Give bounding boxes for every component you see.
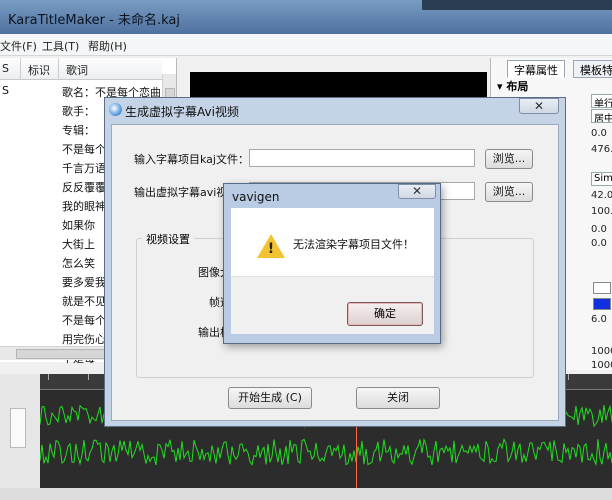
- column-divider[interactable]: [20, 58, 21, 80]
- column-header-status[interactable]: S: [2, 62, 9, 75]
- property-value[interactable]: 1000: [591, 360, 612, 371]
- input-kaj-field[interactable]: [249, 149, 475, 167]
- lyrics-list-header: S 标识 歌词: [0, 58, 162, 80]
- position-select[interactable]: 居中: [591, 109, 612, 123]
- property-value[interactable]: 0.0: [591, 224, 607, 235]
- scrollbar-thumb[interactable]: [16, 349, 106, 359]
- column-divider[interactable]: [58, 58, 59, 80]
- column-header-lyrics[interactable]: 歌词: [66, 62, 88, 78]
- status-bar: [0, 488, 612, 500]
- app-title: KaraTitleMaker - 未命名.kaj: [8, 13, 180, 28]
- property-value[interactable]: 6.0: [591, 314, 607, 325]
- section-layout: ▾ 布局: [497, 78, 528, 94]
- message-box-title: vavigen: [232, 190, 280, 204]
- property-value[interactable]: 476.0: [591, 144, 612, 155]
- tab-subtitle-properties[interactable]: 字幕属性: [507, 60, 565, 78]
- align-select[interactable]: 单行: [591, 94, 612, 108]
- menu-help[interactable]: 帮助(H): [88, 38, 127, 54]
- video-settings-label: 视频设置: [142, 231, 194, 247]
- dialog-close-button[interactable]: ✕: [519, 98, 559, 114]
- desktop-background-strip: [422, 0, 612, 10]
- error-message: 无法渲染字幕项目文件！: [293, 238, 414, 251]
- waveform-track-2: [39, 437, 612, 467]
- message-box-close-button[interactable]: ✕: [398, 184, 436, 199]
- section-layout-label: 布局: [506, 80, 529, 93]
- tab-template-effects[interactable]: 模板特效: [573, 60, 612, 78]
- start-generate-button[interactable]: 开始生成 (C): [228, 387, 312, 409]
- dialog-app-icon: [109, 103, 122, 116]
- browse-input-button[interactable]: 浏览...: [485, 149, 533, 169]
- property-value[interactable]: 1000: [591, 346, 612, 357]
- browse-output-button[interactable]: 浏览...: [485, 182, 533, 202]
- input-kaj-label: 输入字幕项目kaj文件：: [134, 153, 249, 166]
- collapse-icon[interactable]: ▾: [497, 80, 503, 93]
- color-swatch-white[interactable]: [593, 282, 611, 294]
- property-value[interactable]: 0.0: [591, 128, 607, 139]
- row-status: S: [2, 84, 9, 97]
- thumbnail-figure: [10, 408, 26, 448]
- close-dialog-button[interactable]: 关闭: [356, 387, 440, 409]
- timeline-tick: [568, 374, 569, 380]
- column-header-tag[interactable]: 标识: [28, 62, 50, 78]
- timeline-tick: [48, 374, 49, 380]
- main-title-bar: KaraTitleMaker - 未命名.kaj: [0, 0, 612, 34]
- error-message-box: vavigen ✕ ! 无法渲染字幕项目文件！ 确定: [223, 183, 441, 344]
- timeline-tick: [88, 374, 89, 380]
- message-area: ! 无法渲染字幕项目文件！: [231, 208, 434, 276]
- warning-exclamation: !: [267, 241, 275, 257]
- ok-button[interactable]: 确定: [347, 302, 423, 326]
- menu-bar: 文件(F) 工具(T) 帮助(H): [0, 34, 612, 56]
- color-swatch-blue[interactable]: [593, 298, 611, 310]
- font-select[interactable]: SimS: [591, 172, 612, 186]
- property-value[interactable]: 100.0: [591, 206, 612, 217]
- menu-file[interactable]: 文件(F): [0, 38, 37, 54]
- track-thumbnail: [0, 374, 40, 488]
- dialog-title: 生成虚拟字幕Avi视频: [125, 105, 239, 119]
- property-value[interactable]: 42.0: [591, 190, 612, 201]
- menu-tools[interactable]: 工具(T): [42, 38, 79, 54]
- property-value[interactable]: 0.0: [591, 238, 607, 249]
